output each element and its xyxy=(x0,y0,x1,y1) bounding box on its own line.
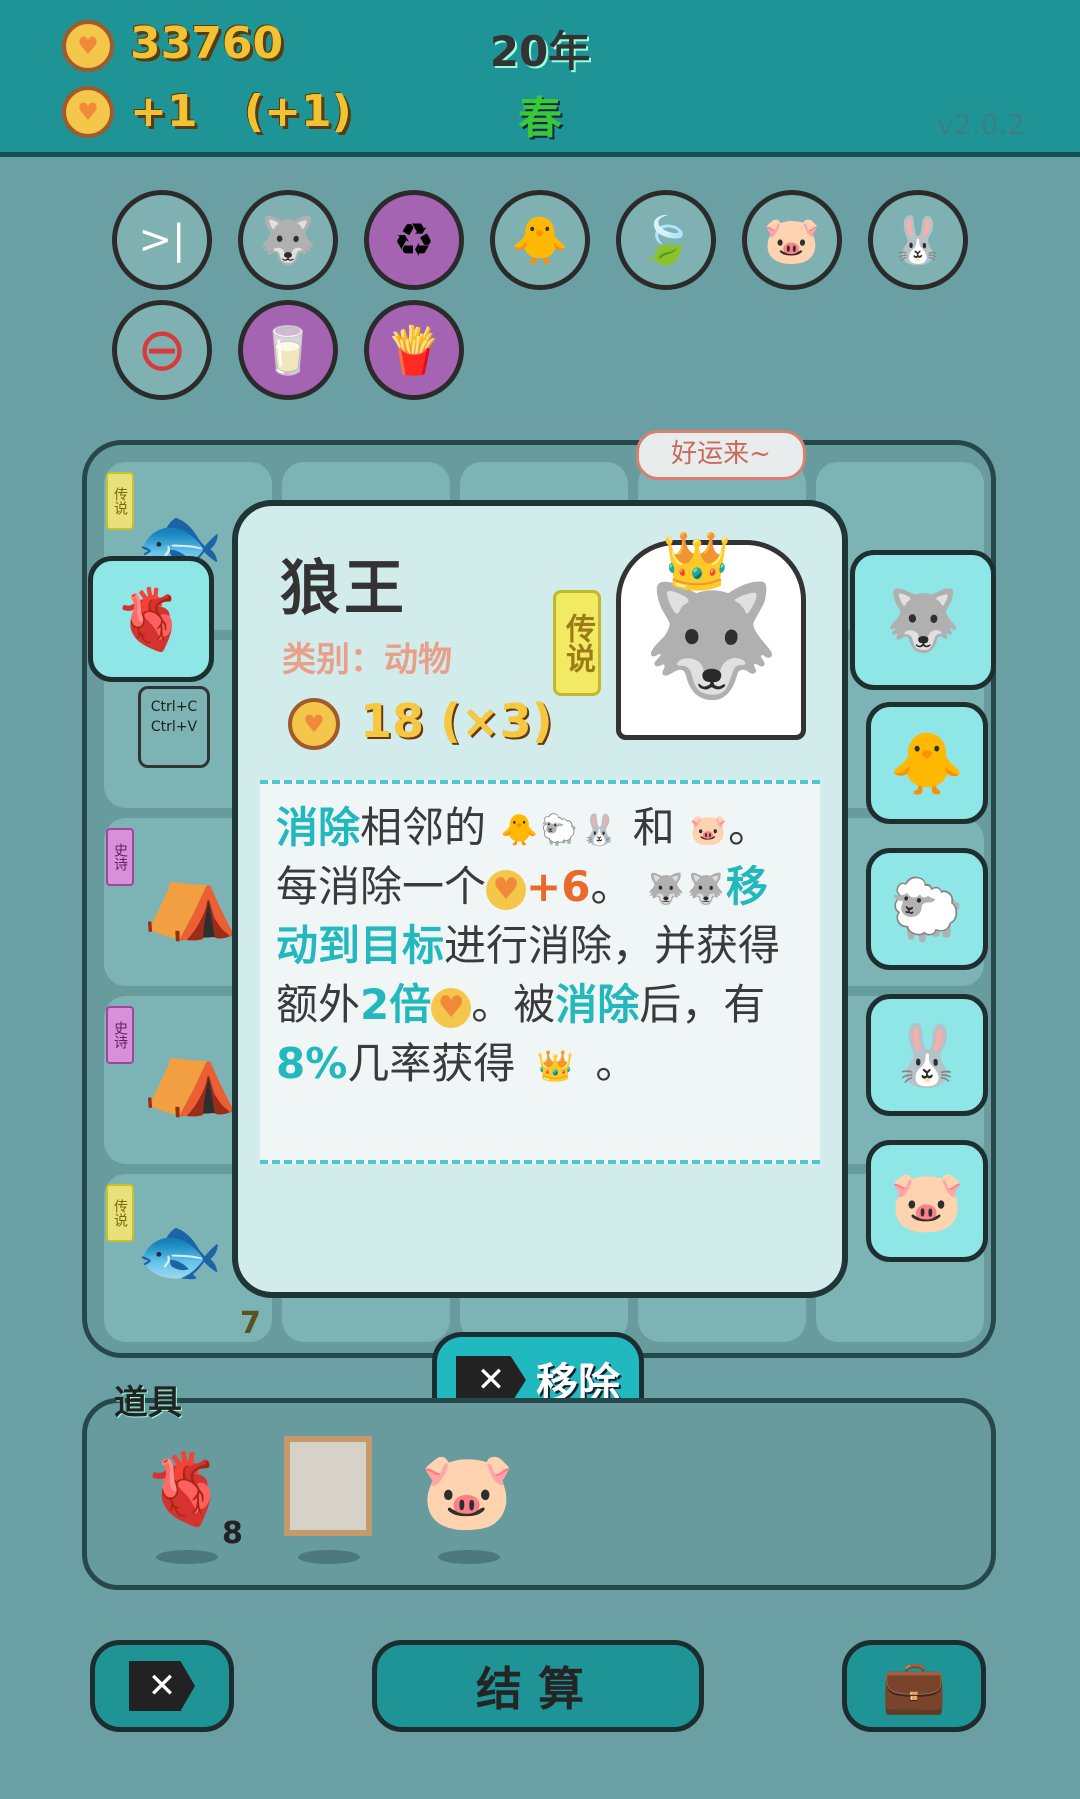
milk-jar-icon: 🥛 xyxy=(259,322,317,377)
version-label: v2.0.2 xyxy=(937,108,1025,141)
chick-icon: 🐥 xyxy=(889,728,965,799)
coin-icon: ♥ xyxy=(62,86,114,138)
tool-button[interactable]: 🍟 xyxy=(364,300,464,400)
chick-tile[interactable]: 🐥 xyxy=(866,702,988,824)
briefcase-button[interactable]: 💼 xyxy=(842,1640,986,1732)
wolf-king-icon: 🐺 xyxy=(647,871,685,907)
desc-keyword: 消除 xyxy=(276,803,361,852)
desc-text: 。被 xyxy=(471,980,556,1029)
speech-bubble: 好运来~ xyxy=(636,430,806,480)
coin-icon: ♥ xyxy=(486,869,527,910)
crown-icon: 👑 xyxy=(662,529,732,594)
pig-tile[interactable]: 🐷 xyxy=(866,1140,988,1262)
rabbit-house-icon: ⛺ xyxy=(142,850,242,943)
settle-button-label: 结算 xyxy=(476,1662,600,1716)
picture-frame-item[interactable] xyxy=(284,1436,372,1536)
liver-item[interactable]: 🫀 xyxy=(142,1448,229,1531)
tool-button[interactable]: 🐷 xyxy=(742,190,842,290)
liver-tile[interactable]: 🫀 xyxy=(88,556,214,682)
sheep-icon: 🐑 xyxy=(889,874,965,945)
coin-income: +1 xyxy=(130,86,198,137)
tool-button[interactable]: 🐰 xyxy=(868,190,968,290)
piggy-bank-icon: 🐷 xyxy=(763,212,821,267)
desc-text: 相邻的 xyxy=(360,803,487,852)
pig-icon: 🐷 xyxy=(689,812,727,848)
tool-button[interactable]: 🐺 xyxy=(238,190,338,290)
wolf-icon: 🐺 xyxy=(259,212,317,267)
chick-icon: 🐥 xyxy=(500,812,539,848)
piggy-bank-item[interactable]: 🐷 xyxy=(420,1446,515,1536)
koi-fish-icon: 🐟 xyxy=(136,1210,224,1292)
rabbit-house-icon: ⛺ xyxy=(142,1026,242,1119)
leaf-icon: 🍃 xyxy=(637,212,695,267)
coin-income-bonus: (+1) xyxy=(244,86,352,137)
liver-icon: 🫀 xyxy=(142,1448,230,1530)
pig-icon: 🐷 xyxy=(889,1166,965,1237)
tool-button[interactable]: ⊖ xyxy=(112,300,212,400)
sheep-icon: 🐑 xyxy=(540,812,579,848)
rarity-tag: 传说 xyxy=(106,472,134,530)
desc-text: 后，有 xyxy=(639,980,766,1029)
year-label: 20年 xyxy=(489,27,591,76)
briefcase-icon: 💼 xyxy=(881,1656,947,1717)
popup-title: 狼王 xyxy=(280,554,408,624)
sheep-tile[interactable]: 🐑 xyxy=(866,848,988,970)
rabbit-tile[interactable]: 🐰 xyxy=(866,994,988,1116)
crown-icon: 👑 xyxy=(536,1048,574,1084)
coin-icon: ♥ xyxy=(288,698,340,750)
wolf-king-tile[interactable]: 🐺 xyxy=(850,550,996,690)
rabbit-icon: 🐰 xyxy=(889,212,947,267)
close-icon: ✕ xyxy=(129,1661,195,1711)
rarity-tag: 史诗 xyxy=(106,828,134,886)
item-shadow xyxy=(438,1550,500,1564)
desc-text: 和 xyxy=(632,803,675,852)
rarity-tag: 史诗 xyxy=(106,1006,134,1064)
recycle-icon: ♻ xyxy=(393,213,435,267)
item-shadow xyxy=(298,1550,360,1564)
tool-button[interactable]: 🍃 xyxy=(616,190,716,290)
desc-keyword: 8% xyxy=(276,1039,348,1088)
tool-button[interactable]: 🥛 xyxy=(238,300,338,400)
tool-button[interactable]: ♻ xyxy=(364,190,464,290)
settle-button[interactable]: 结算 xyxy=(372,1640,704,1732)
wolf-icon: 🐺 xyxy=(687,871,725,907)
fries-icon: 🍟 xyxy=(385,322,443,377)
popup-value: 18 (×3) xyxy=(360,694,553,748)
desc-text: 。 xyxy=(595,1039,638,1088)
tool-button[interactable]: >| xyxy=(112,190,212,290)
wolf-king-icon: 🐺 xyxy=(885,585,961,656)
desc-text: 。 xyxy=(590,862,633,911)
popup-description: 消除相邻的 🐥🐑🐰 和 🐷。每消除一个 ♥ +6。 🐺🐺移动到目标进行消除，并获得额… xyxy=(260,780,820,1164)
popup-category: 类别：动物 xyxy=(282,640,452,680)
chick-egg-icon: 🐥 xyxy=(511,212,569,267)
coin-total: 33760 xyxy=(130,18,284,69)
desc-keyword: 消除 xyxy=(555,980,640,1029)
cell-counter: 7 xyxy=(240,1306,261,1341)
season-label: 春 xyxy=(518,93,562,144)
liver-icon: 🫀 xyxy=(113,584,189,655)
piggy-bank-icon: 🐷 xyxy=(420,1446,515,1535)
tool-button[interactable]: 🐥 xyxy=(490,190,590,290)
coin-icon: ♥ xyxy=(431,987,472,1028)
close-icon: ✕ xyxy=(455,1356,526,1404)
coin-icon: ♥ xyxy=(62,20,114,72)
skip-icon: >| xyxy=(138,217,186,263)
desc-keyword: 2倍 xyxy=(360,980,432,1029)
rabbit-icon: 🐰 xyxy=(889,1020,965,1091)
rarity-tag: 传说 xyxy=(106,1184,134,1242)
desc-bonus: +6 xyxy=(526,862,591,911)
liver-item-count: 8 xyxy=(222,1516,243,1551)
item-shadow xyxy=(156,1550,218,1564)
rabbit-icon: 🐰 xyxy=(580,812,619,848)
items-title: 道具 xyxy=(114,1383,182,1423)
remove-circle-icon: ⊖ xyxy=(136,315,188,385)
desc-text: 几率获得 xyxy=(347,1039,516,1088)
popup-rarity-tag: 传说 xyxy=(553,590,601,696)
back-button[interactable]: ✕ xyxy=(90,1640,234,1732)
copy-paste-keys: Ctrl+C Ctrl+V xyxy=(138,686,210,768)
